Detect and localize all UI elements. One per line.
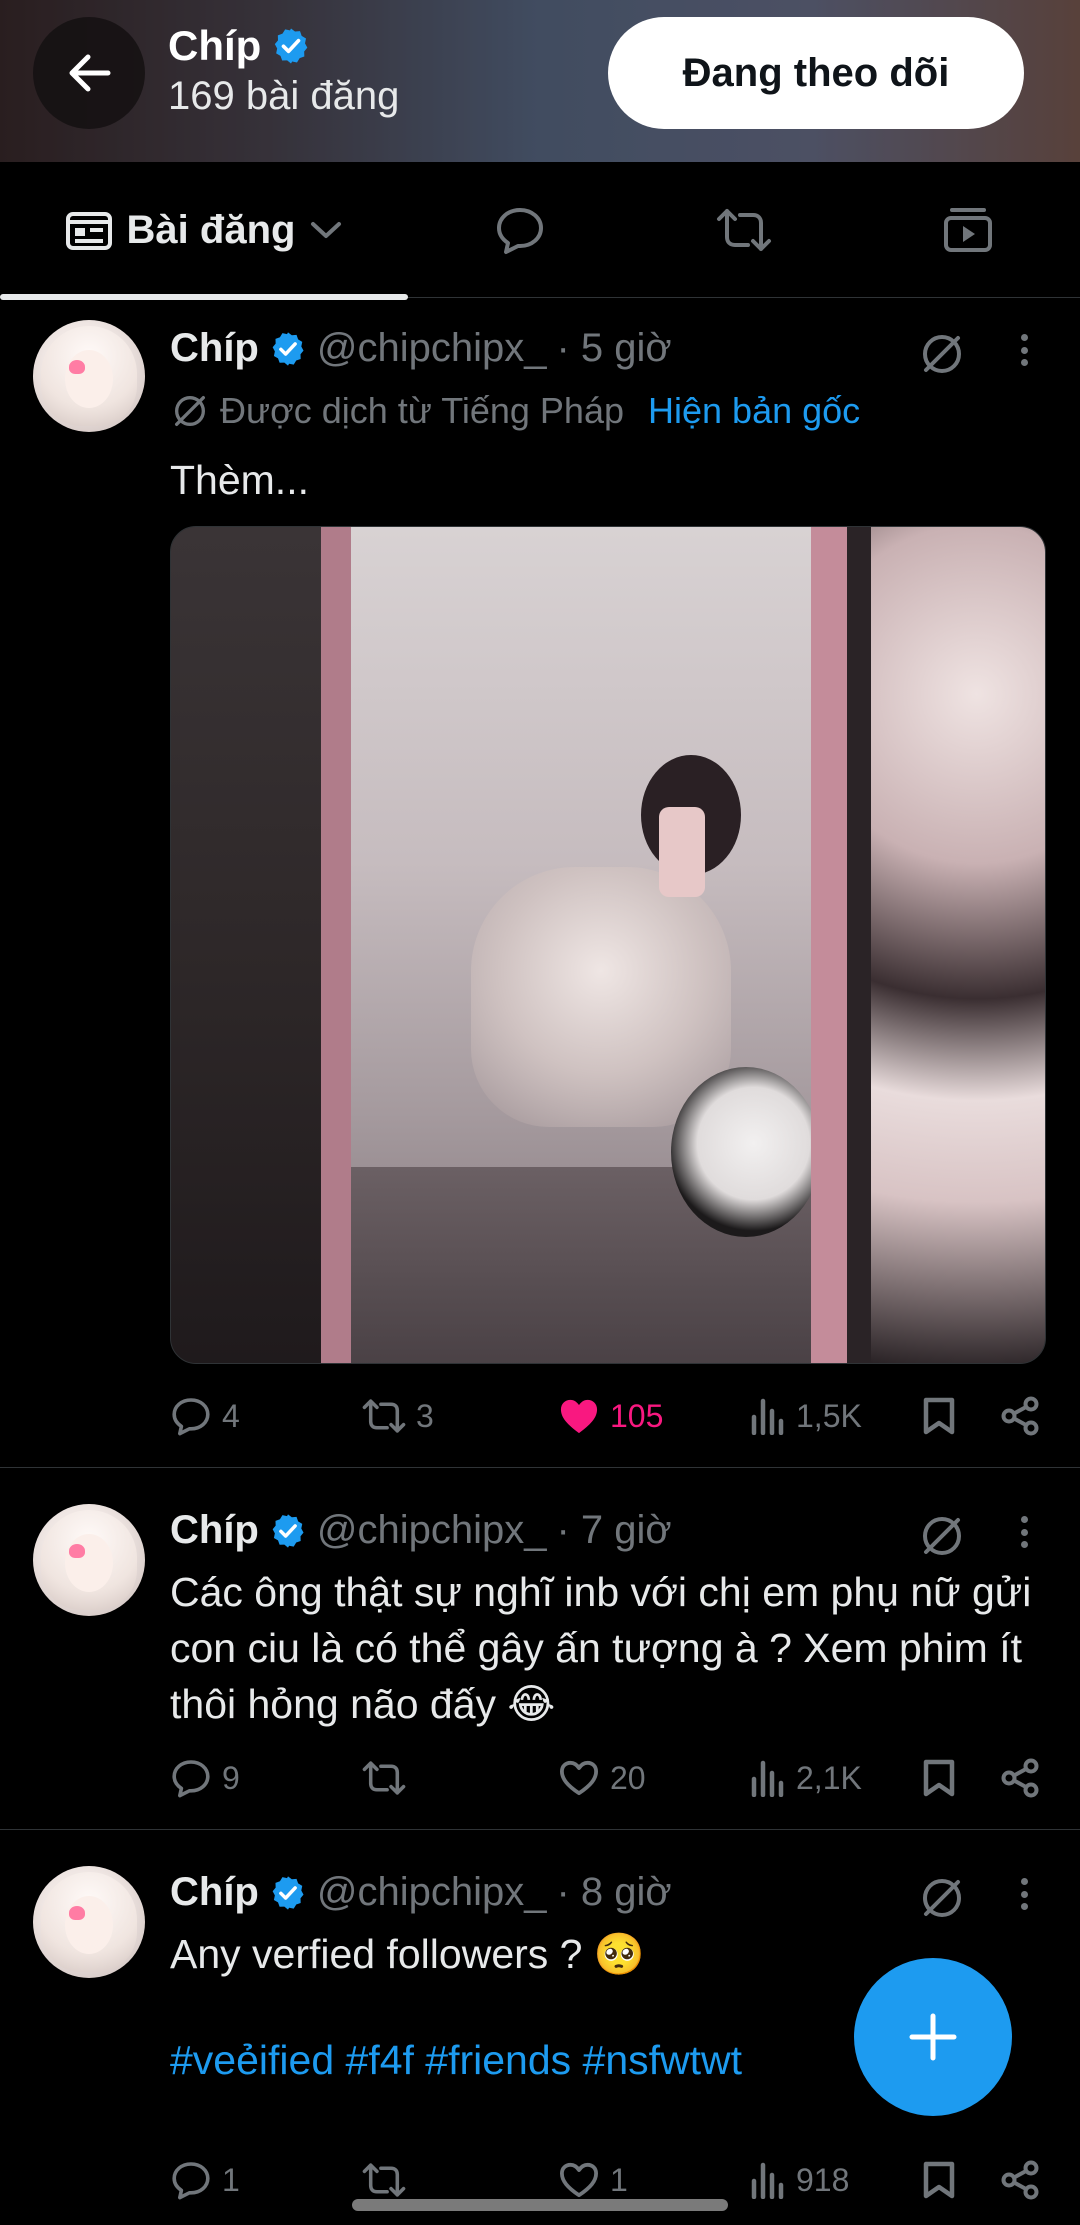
like-button[interactable]: 20 (558, 1748, 646, 1808)
avatar[interactable] (33, 320, 145, 432)
show-original-link[interactable]: Hiện bản gốc (648, 390, 860, 432)
profile-name: Chíp (168, 22, 262, 69)
author-handle[interactable]: @chipchipx_ (317, 326, 547, 371)
home-indicator[interactable] (352, 2199, 728, 2211)
more-options-icon[interactable] (1010, 328, 1038, 372)
translation-notice: Được dịch từ Tiếng Pháp Hiện bản gốc (170, 390, 860, 432)
tab-posts-label: Bài đăng (126, 207, 296, 252)
author-name[interactable]: Chíp (170, 326, 259, 371)
compose-button[interactable] (854, 1958, 1012, 2116)
view-count: 2,1K (796, 1759, 862, 1796)
views-icon (751, 1398, 784, 1435)
share-icon[interactable] (1000, 1396, 1040, 1436)
posts-icon (65, 212, 112, 250)
tab-media[interactable] (856, 162, 1080, 298)
like-count: 20 (610, 1759, 646, 1796)
reply-icon (172, 1760, 210, 1798)
plus-icon (909, 2013, 957, 2061)
tweet-2[interactable]: Chíp @chipchipx_ · 7 giờ Các ông thật sự… (0, 1468, 1080, 1830)
views-button[interactable]: 1,5K (750, 1386, 862, 1446)
following-button[interactable]: Đang theo dõi (608, 17, 1024, 129)
like-button[interactable]: 105 (558, 1386, 663, 1446)
repost-icon (362, 2163, 406, 2197)
more-options-icon[interactable] (1010, 1510, 1038, 1554)
profile-tabs: Bài đăng (0, 162, 1080, 300)
repost-icon (362, 1399, 406, 1433)
reply-button[interactable]: 4 (170, 1386, 240, 1446)
views-icon (751, 1760, 784, 1797)
tweet-1[interactable]: Chíp @chipchipx_ · 5 giờ Được dịch từ Ti… (0, 298, 1080, 1468)
post-count: 169 bài đăng (168, 74, 400, 118)
back-button[interactable] (33, 17, 145, 129)
reply-count: 1 (222, 2161, 240, 2198)
repost-button[interactable] (362, 1748, 416, 1808)
tweet-text: Thèm... (170, 457, 309, 503)
reposts-icon (717, 209, 771, 251)
view-count: 1,5K (796, 1397, 862, 1434)
replies-icon (497, 208, 543, 254)
bookmark-icon[interactable] (922, 1396, 956, 1436)
tab-posts[interactable]: Bài đăng (0, 162, 408, 300)
profile-header: Chíp 169 bài đăng Đang theo dõi (0, 0, 1080, 162)
verified-badge-icon (272, 331, 304, 366)
tweet-text: Các ông thật sự nghĩ inb với chị em phụ … (170, 1569, 1032, 1727)
tweet-meta: Chíp @chipchipx_ · 5 giờ (170, 326, 672, 371)
bookmark-icon[interactable] (922, 1758, 956, 1798)
tweet-time: · 5 giờ (556, 326, 672, 370)
profile-name-row: Chíp (168, 22, 311, 70)
grok-icon[interactable] (918, 330, 966, 378)
share-icon[interactable] (1000, 1758, 1040, 1798)
author-name[interactable]: Chíp (170, 1870, 259, 1915)
tweet-time: · 7 giờ (556, 1508, 672, 1552)
heart-filled-icon (560, 1399, 598, 1434)
author-handle[interactable]: @chipchipx_ (317, 1870, 547, 1915)
reply-button[interactable]: 9 (170, 1748, 240, 1808)
tweet-actions: 4 3 105 1,5K (170, 1386, 1050, 1446)
repost-count: 3 (416, 1397, 434, 1434)
repost-button[interactable]: 3 (362, 1386, 434, 1446)
arrow-left-icon (69, 54, 111, 92)
author-name[interactable]: Chíp (170, 1508, 259, 1553)
like-count: 1 (610, 2161, 628, 2198)
heart-icon (560, 2162, 598, 2198)
reply-icon (172, 2162, 210, 2200)
reply-icon (172, 1398, 210, 1436)
chevron-down-icon (311, 222, 342, 238)
reply-button[interactable]: 1 (170, 2150, 240, 2210)
views-icon (751, 2162, 784, 2199)
tweet-actions: 9 20 2,1K (170, 1748, 1050, 1808)
grok-icon[interactable] (918, 1512, 966, 1560)
reply-count: 4 (222, 1397, 240, 1434)
views-button[interactable]: 2,1K (750, 1748, 862, 1808)
avatar[interactable] (33, 1866, 145, 1978)
verified-badge-icon (272, 1875, 304, 1910)
tweet-meta: Chíp @chipchipx_ · 7 giờ (170, 1508, 672, 1553)
heart-icon (560, 1760, 598, 1796)
repost-icon (362, 1761, 406, 1795)
like-count: 105 (610, 1397, 664, 1434)
reply-count: 9 (222, 1759, 240, 1796)
bookmark-icon[interactable] (922, 2160, 956, 2200)
share-icon[interactable] (1000, 2160, 1040, 2200)
views-button[interactable]: 918 (750, 2150, 849, 2210)
verified-badge-icon (275, 28, 308, 64)
more-options-icon[interactable] (1010, 1872, 1038, 1916)
tweet-time: · 8 giờ (556, 1870, 672, 1914)
grok-icon[interactable] (918, 1874, 966, 1922)
media-icon (944, 208, 992, 252)
avatar[interactable] (33, 1504, 145, 1616)
tab-reposts[interactable] (632, 162, 856, 298)
author-handle[interactable]: @chipchipx_ (317, 1508, 547, 1553)
tweet-photo[interactable] (170, 526, 1046, 1364)
translated-label: Được dịch từ Tiếng Pháp (220, 390, 624, 431)
tweet-meta: Chíp @chipchipx_ · 8 giờ (170, 1870, 672, 1915)
view-count: 918 (796, 2161, 850, 2198)
verified-badge-icon (272, 1513, 304, 1548)
tab-replies[interactable] (408, 162, 632, 298)
grok-icon (175, 396, 205, 426)
